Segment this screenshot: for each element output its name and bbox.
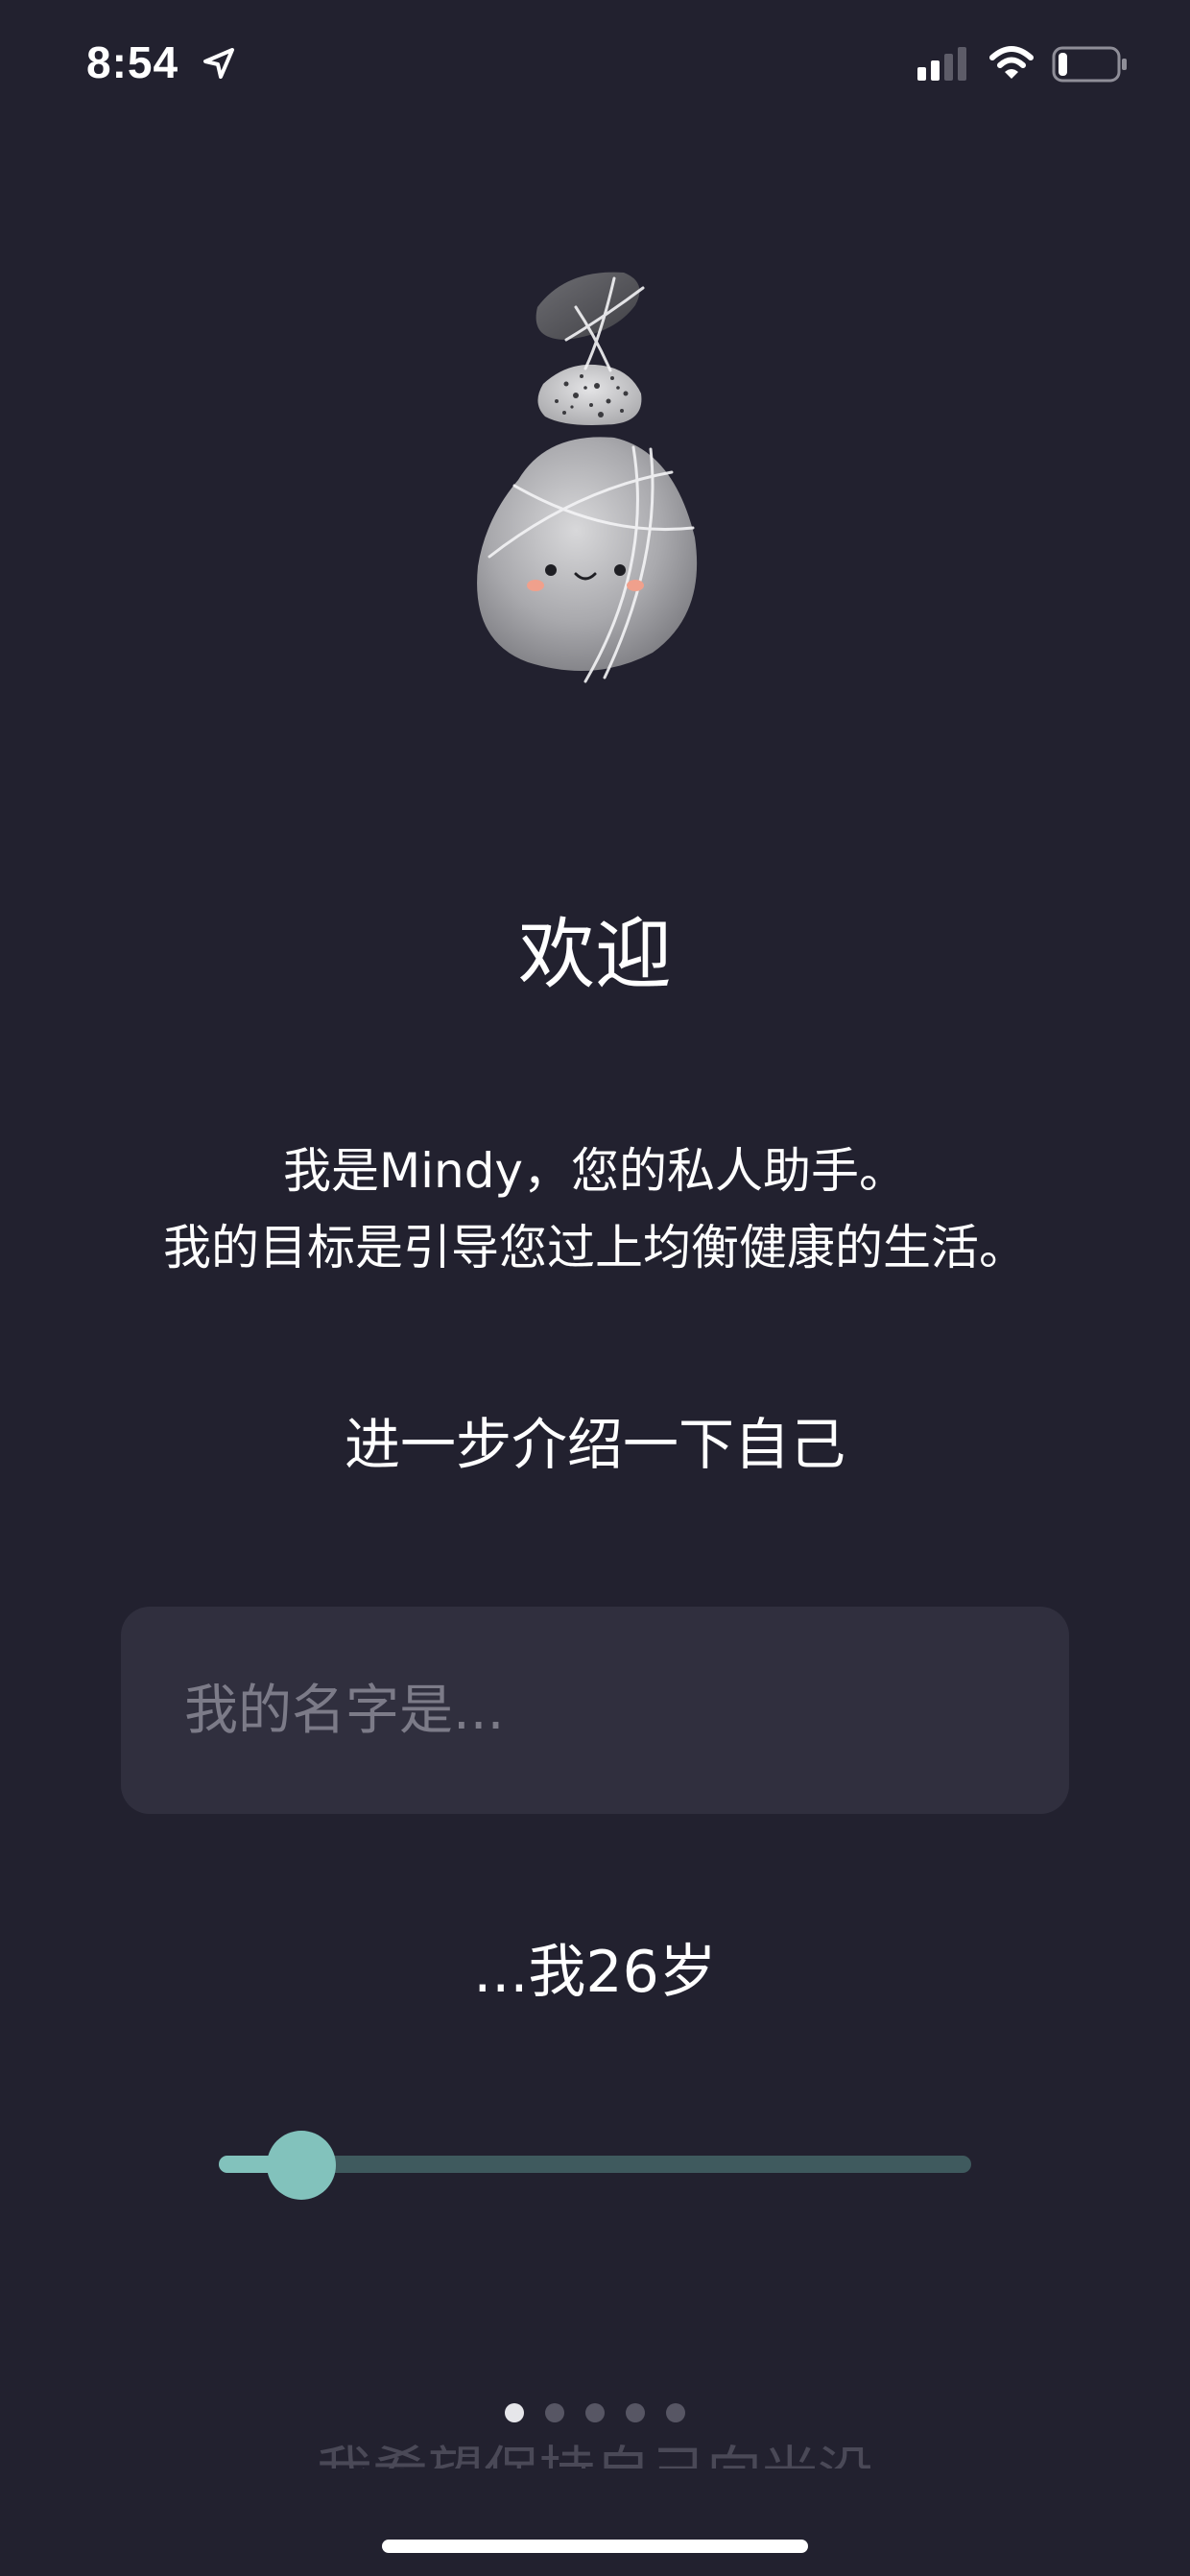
home-indicator[interactable]	[382, 2540, 808, 2553]
intro-line-2: 我的目标是引导您过上均衡健康的生活。	[163, 1220, 1027, 1276]
intro-line-1: 我是Mindy，您的私人助手。	[282, 1143, 908, 1199]
status-bar: 8:54	[0, 0, 1190, 134]
page-indicator	[0, 2403, 1190, 2422]
battery-icon	[1052, 46, 1127, 83]
page-dot	[585, 2403, 605, 2422]
name-input[interactable]	[121, 1607, 1069, 1814]
age-label: ...我26岁	[473, 1939, 717, 2006]
profile-subtitle: 进一步介绍一下自己	[344, 1412, 845, 1477]
cellular-signal-icon	[917, 47, 966, 81]
page-dot	[545, 2403, 564, 2422]
next-prompt-text: 我希望保持自己向光沿	[0, 2438, 1190, 2469]
wifi-icon	[989, 46, 1034, 79]
welcome-title: 欢迎	[518, 910, 672, 999]
page-dot	[505, 2403, 524, 2422]
page-dot	[666, 2403, 685, 2422]
location-arrow-icon	[203, 48, 234, 79]
status-time: 8:54	[86, 37, 179, 87]
page-dot	[626, 2403, 645, 2422]
age-slider-thumb[interactable]	[267, 2131, 336, 2200]
age-slider[interactable]	[219, 2131, 971, 2200]
name-field[interactable]	[121, 1607, 1069, 1814]
intro-text: 我是Mindy，您的私人助手。 我的目标是引导您过上均衡健康的生活。	[58, 1133, 1132, 1286]
next-prompt-hint: 我希望保持自己向光沿	[0, 2438, 1190, 2469]
stacked-stones-mascot	[477, 272, 698, 683]
